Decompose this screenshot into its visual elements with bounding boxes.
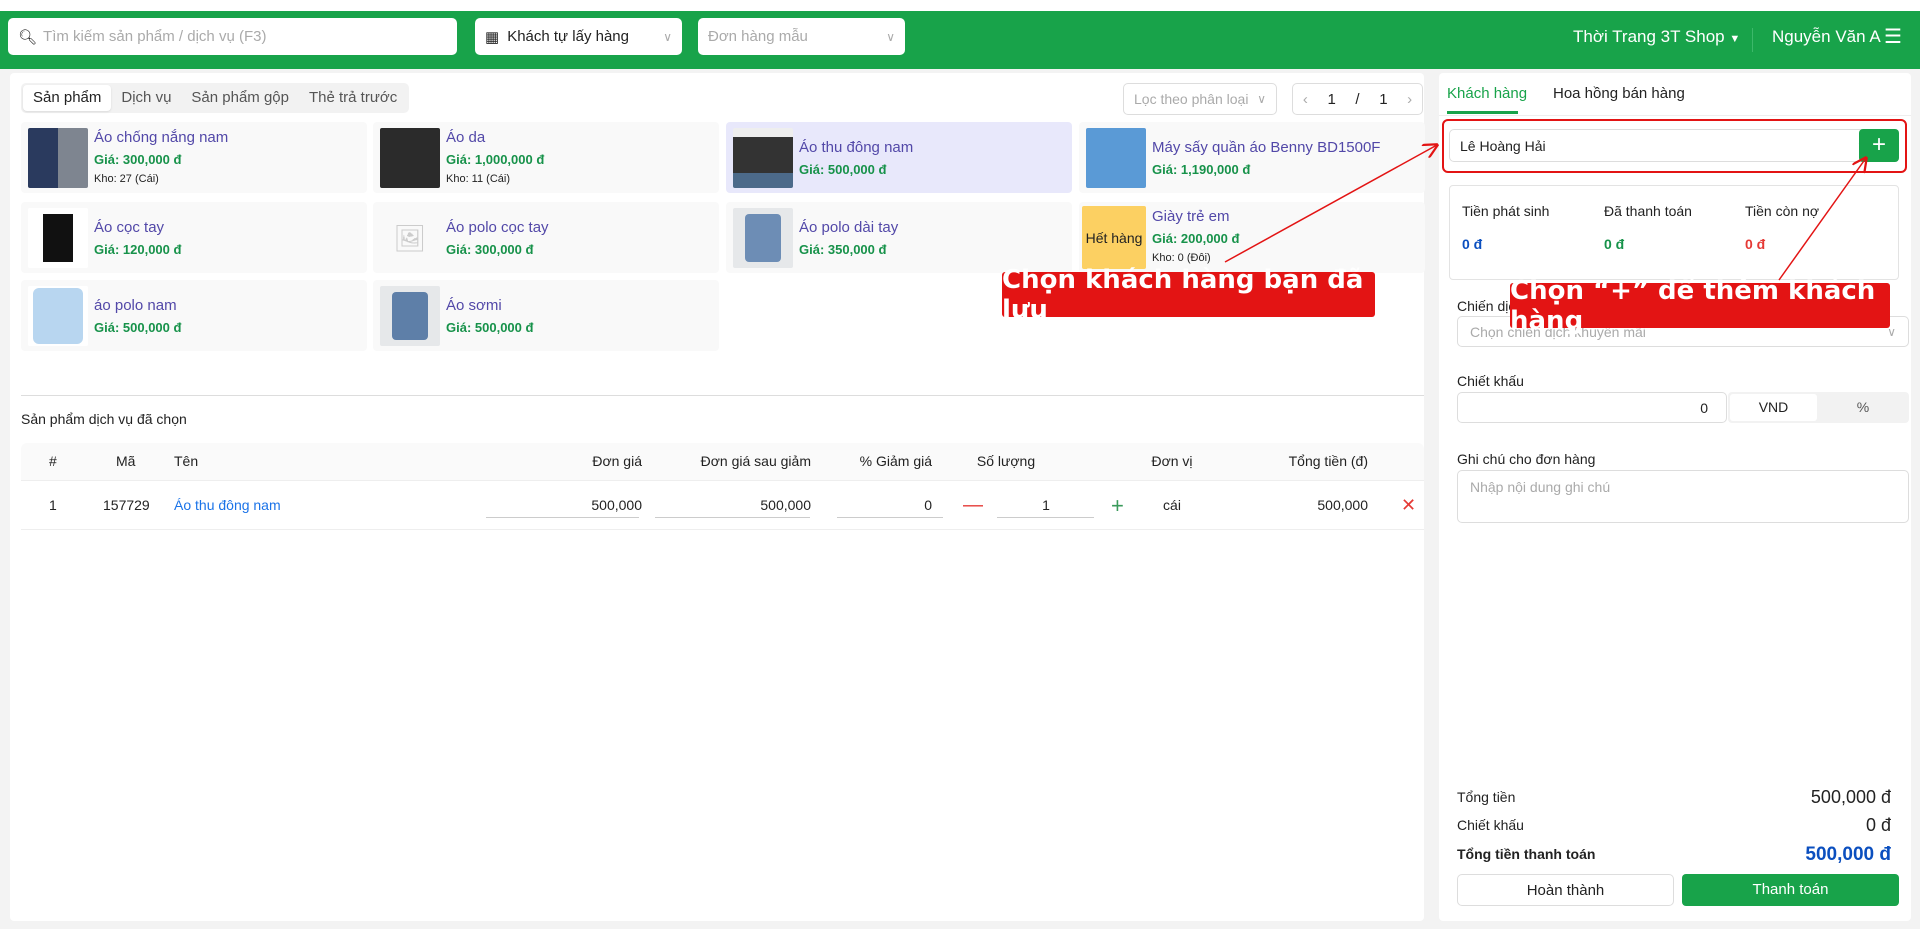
annotation-add-customer: Chọn “+” để thêm khách hàng [1510, 276, 1890, 336]
arrow-to-customer-select [1224, 145, 1437, 263]
annotation-select-customer: Chọn khách hàng bạn đã lưu [1002, 265, 1375, 325]
annotation-arrows [1224, 0, 1920, 281]
arrow-to-add-button [1778, 158, 1866, 281]
